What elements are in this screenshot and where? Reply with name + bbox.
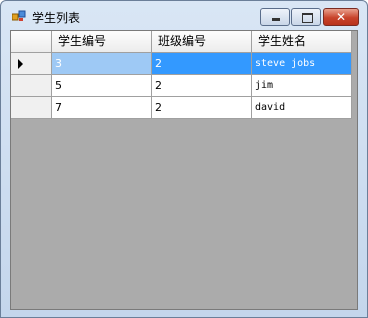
minimize-button[interactable]: [260, 8, 290, 26]
close-icon: ✕: [335, 10, 347, 24]
maximize-button[interactable]: [291, 8, 321, 26]
corner-header[interactable]: [11, 31, 52, 53]
cell-class-id[interactable]: 2: [152, 75, 252, 97]
cell-class-id[interactable]: 2: [152, 97, 252, 119]
column-header-student-name[interactable]: 学生姓名: [252, 31, 352, 53]
column-header-student-id[interactable]: 学生编号: [52, 31, 152, 53]
cell-student-id[interactable]: 7: [52, 97, 152, 119]
close-button[interactable]: ✕: [323, 8, 359, 26]
column-header-class-id[interactable]: 班级编号: [152, 31, 252, 53]
cell-student-id[interactable]: 5: [52, 75, 152, 97]
window-title: 学生列表: [32, 11, 81, 25]
cell-student-id[interactable]: 3: [52, 53, 152, 75]
maximize-icon: [302, 13, 313, 23]
app-icon: [12, 10, 26, 21]
current-row-arrow-icon: [18, 59, 23, 69]
cell-student-name[interactable]: jim: [252, 75, 352, 97]
app-window: 学生列表 ✕ 学生编号 班级编号 学生姓名 3 2 steve jobs 5 2…: [0, 0, 368, 318]
row-header[interactable]: [11, 97, 52, 119]
cell-student-name[interactable]: steve jobs: [252, 53, 352, 75]
student-grid[interactable]: 学生编号 班级编号 学生姓名 3 2 steve jobs 5 2 jim 7 …: [10, 30, 358, 310]
row-header[interactable]: [11, 75, 52, 97]
cell-class-id[interactable]: 2: [152, 53, 252, 75]
row-header[interactable]: [11, 53, 52, 75]
title-bar[interactable]: 学生列表 ✕: [1, 1, 367, 31]
minimize-icon: [272, 18, 280, 21]
cell-student-name[interactable]: david: [252, 97, 352, 119]
